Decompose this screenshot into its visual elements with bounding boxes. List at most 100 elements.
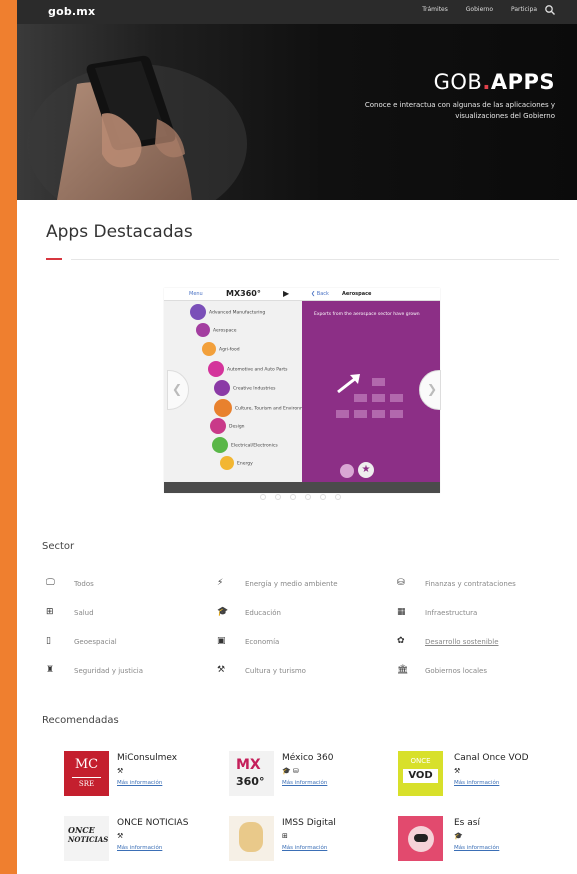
slide-tile	[336, 410, 349, 418]
carousel-dot[interactable]	[320, 494, 326, 500]
slide-sector-item[interactable]: Automotive and Auto Parts	[208, 361, 287, 377]
slide-tile	[372, 394, 385, 402]
sector-bubble-icon	[190, 304, 206, 320]
sector-filter-item[interactable]: Seguridad y justicia	[74, 667, 143, 675]
nav-link-gobierno[interactable]: Gobierno	[466, 6, 493, 13]
pickaxe-icon: ⚒	[454, 767, 461, 775]
sector-filter-item[interactable]: Todos	[74, 580, 94, 588]
mexico360-thumbnail[interactable]: MX 360°	[229, 751, 274, 796]
slide-tile	[354, 410, 367, 418]
carousel-dot[interactable]	[260, 494, 266, 500]
chevron-right-icon: ❯	[427, 382, 438, 396]
thumb-text: ONCE	[410, 757, 431, 765]
category-icons: 🎓 ⛁	[282, 767, 299, 775]
pickaxe-icon: ⚒	[117, 767, 124, 775]
slide-back-link[interactable]: ❮ Back	[311, 291, 329, 297]
slide-menu-link[interactable]: Menu	[189, 291, 203, 297]
slide-logo: MX360°	[226, 289, 261, 298]
imss-logo-icon	[239, 822, 263, 852]
hero-banner: GOB.APPS Conoce e interactua con algunas…	[17, 24, 577, 200]
plus-square-icon: ⊞	[46, 607, 54, 617]
slide-sector-item[interactable]: Design	[210, 418, 245, 434]
sector-filter-item[interactable]: Infraestructura	[425, 609, 477, 617]
nav-link-participa[interactable]: Participa	[511, 6, 537, 13]
thumb-text: SRE	[78, 780, 95, 788]
star-icon[interactable]: ★	[358, 462, 374, 478]
coins-icon: ⛁	[397, 578, 405, 588]
monitor-icon: 🖵	[46, 578, 55, 588]
app-name-once-noticias[interactable]: ONCE NOTICIAS	[117, 818, 188, 828]
brand-logo[interactable]: gob.mx	[48, 5, 95, 18]
carousel-dot[interactable]	[335, 494, 341, 500]
es-asi-thumbnail[interactable]	[398, 816, 443, 861]
top-navbar: gob.mx Trámites Gobierno Participa	[17, 0, 577, 24]
page-background-left	[0, 0, 17, 874]
nav-links: Trámites Gobierno Participa	[406, 6, 537, 13]
sector-bubble-icon	[214, 380, 230, 396]
slide-tile	[372, 410, 385, 418]
canal-once-vod-thumbnail[interactable]: ONCE VOD	[398, 751, 443, 796]
sector-filter-item[interactable]: Finanzas y contrataciones	[425, 580, 516, 588]
sector-filter-item[interactable]: Geoespacial	[74, 638, 117, 646]
hero-title: GOB.APPS	[433, 70, 555, 94]
app-name-es-asi[interactable]: Es así	[454, 818, 480, 828]
sector-title: Sector	[42, 541, 75, 552]
slide-sector-label: Design	[229, 424, 245, 430]
slide-sector-item[interactable]: Agri-food	[202, 342, 240, 356]
sector-bubble-icon	[210, 418, 226, 434]
once-noticias-thumbnail[interactable]: ONCE NOTICIAS	[64, 816, 109, 861]
sector-bubble-icon	[208, 361, 224, 377]
thumb-text: MC	[74, 757, 99, 772]
slide-panel-text: Exports from the aerospace sector have g…	[314, 312, 420, 317]
sector-bubble-icon	[202, 342, 216, 356]
more-info-link[interactable]: Más información	[117, 845, 162, 851]
thumb-text: MX	[236, 757, 261, 773]
thumb-text: 360°	[236, 775, 265, 788]
more-info-link[interactable]: Más información	[454, 780, 499, 786]
building-blocks-icon: ▦	[397, 607, 406, 617]
play-icon[interactable]: ▶	[283, 289, 289, 298]
sector-filter-item[interactable]: Educación	[245, 609, 281, 617]
slide-sector-item[interactable]: Culture, Tourism and Environment	[214, 399, 312, 417]
carousel-dot[interactable]	[275, 494, 281, 500]
more-info-link[interactable]: Más información	[282, 845, 327, 851]
slide-sector-item[interactable]: Creative Industries	[214, 380, 276, 396]
miconsulmex-thumbnail[interactable]: MC SRE	[64, 751, 109, 796]
carousel-dot[interactable]	[305, 494, 311, 500]
nav-link-tramites[interactable]: Trámites	[422, 6, 448, 13]
plus-square-icon: ⊞	[282, 832, 288, 840]
carousel-dot[interactable]	[290, 494, 296, 500]
recomendadas-title: Recomendadas	[42, 715, 119, 726]
slide-sector-item[interactable]: Advanced Manufacturing	[190, 304, 265, 320]
slide-topbar: Menu MX360° ▶ ❮ Back Aerospace	[164, 288, 440, 301]
money-icon: ▣	[217, 636, 226, 646]
app-name-miconsulmex[interactable]: MiConsulmex	[117, 753, 177, 763]
featured-carousel[interactable]: Advanced Manufacturing Aerospace Agri-food…	[164, 288, 440, 500]
sector-filter-item[interactable]: Gobiernos locales	[425, 667, 487, 675]
slide-panel-title: Aerospace	[342, 291, 372, 297]
sector-filter-item[interactable]: Energía y medio ambiente	[245, 580, 338, 588]
more-info-link[interactable]: Más información	[454, 845, 499, 851]
sector-filter-item[interactable]: Economía	[245, 638, 279, 646]
slide-sector-item[interactable]: Energy	[220, 456, 253, 470]
slide-sector-item[interactable]: Aerospace	[196, 323, 236, 337]
title-underline	[46, 258, 62, 260]
slide-sector-item[interactable]: Electrical/Electronics	[212, 437, 278, 453]
slide-sector-label: Electrical/Electronics	[231, 443, 278, 449]
share-icon[interactable]	[340, 464, 354, 478]
page: gob.mx Trámites Gobierno Participa GOB.A…	[17, 0, 577, 874]
graduation-cap-icon: 🎓	[454, 832, 463, 840]
imss-digital-thumbnail[interactable]	[229, 816, 274, 861]
thumb-text: ONCE	[68, 825, 95, 835]
plant-icon: ✿	[397, 636, 405, 646]
sector-filter-item[interactable]: Desarrollo sostenible	[425, 638, 499, 646]
search-icon[interactable]	[544, 4, 556, 16]
sector-filter-item[interactable]: Cultura y turismo	[245, 667, 306, 675]
carousel-dots	[260, 485, 350, 500]
more-info-link[interactable]: Más información	[117, 780, 162, 786]
sector-filter-item[interactable]: Salud	[74, 609, 94, 617]
app-name-imss-digital[interactable]: IMSS Digital	[282, 818, 336, 828]
app-name-mexico360[interactable]: México 360	[282, 753, 333, 763]
app-name-canal-once-vod[interactable]: Canal Once VOD	[454, 753, 529, 763]
more-info-link[interactable]: Más información	[282, 780, 327, 786]
